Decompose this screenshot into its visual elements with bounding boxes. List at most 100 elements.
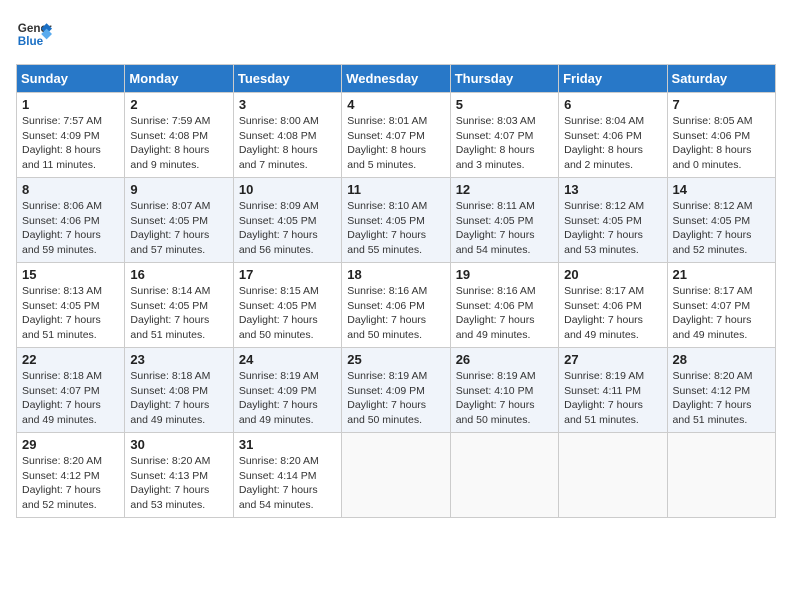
day-number: 1 bbox=[22, 97, 119, 112]
day-number: 19 bbox=[456, 267, 553, 282]
day-number: 16 bbox=[130, 267, 227, 282]
weekday-header-saturday: Saturday bbox=[667, 65, 775, 93]
day-number: 31 bbox=[239, 437, 336, 452]
calendar-cell: 29 Sunrise: 8:20 AMSunset: 4:12 PMDaylig… bbox=[17, 433, 125, 518]
day-number: 23 bbox=[130, 352, 227, 367]
svg-text:Blue: Blue bbox=[18, 35, 44, 48]
day-number: 21 bbox=[673, 267, 770, 282]
calendar-cell bbox=[667, 433, 775, 518]
calendar-cell: 8 Sunrise: 8:06 AMSunset: 4:06 PMDayligh… bbox=[17, 178, 125, 263]
calendar-table: SundayMondayTuesdayWednesdayThursdayFrid… bbox=[16, 64, 776, 518]
calendar-cell: 31 Sunrise: 8:20 AMSunset: 4:14 PMDaylig… bbox=[233, 433, 341, 518]
day-info: Sunrise: 8:03 AMSunset: 4:07 PMDaylight:… bbox=[456, 115, 536, 171]
day-info: Sunrise: 8:19 AMSunset: 4:09 PMDaylight:… bbox=[239, 370, 319, 426]
calendar-cell: 28 Sunrise: 8:20 AMSunset: 4:12 PMDaylig… bbox=[667, 348, 775, 433]
calendar-cell: 6 Sunrise: 8:04 AMSunset: 4:06 PMDayligh… bbox=[559, 93, 667, 178]
day-info: Sunrise: 7:57 AMSunset: 4:09 PMDaylight:… bbox=[22, 115, 102, 171]
calendar-cell: 22 Sunrise: 8:18 AMSunset: 4:07 PMDaylig… bbox=[17, 348, 125, 433]
day-number: 12 bbox=[456, 182, 553, 197]
calendar-cell: 3 Sunrise: 8:00 AMSunset: 4:08 PMDayligh… bbox=[233, 93, 341, 178]
day-number: 11 bbox=[347, 182, 444, 197]
weekday-header-sunday: Sunday bbox=[17, 65, 125, 93]
day-info: Sunrise: 8:20 AMSunset: 4:14 PMDaylight:… bbox=[239, 455, 319, 511]
calendar-cell bbox=[342, 433, 450, 518]
calendar-cell: 10 Sunrise: 8:09 AMSunset: 4:05 PMDaylig… bbox=[233, 178, 341, 263]
calendar-cell: 9 Sunrise: 8:07 AMSunset: 4:05 PMDayligh… bbox=[125, 178, 233, 263]
day-number: 29 bbox=[22, 437, 119, 452]
day-number: 30 bbox=[130, 437, 227, 452]
day-number: 3 bbox=[239, 97, 336, 112]
day-info: Sunrise: 8:07 AMSunset: 4:05 PMDaylight:… bbox=[130, 200, 210, 256]
day-info: Sunrise: 8:16 AMSunset: 4:06 PMDaylight:… bbox=[456, 285, 536, 341]
day-info: Sunrise: 8:12 AMSunset: 4:05 PMDaylight:… bbox=[673, 200, 753, 256]
calendar-week-3: 15 Sunrise: 8:13 AMSunset: 4:05 PMDaylig… bbox=[17, 263, 776, 348]
day-number: 2 bbox=[130, 97, 227, 112]
calendar-cell: 13 Sunrise: 8:12 AMSunset: 4:05 PMDaylig… bbox=[559, 178, 667, 263]
day-number: 24 bbox=[239, 352, 336, 367]
day-number: 14 bbox=[673, 182, 770, 197]
calendar-cell: 15 Sunrise: 8:13 AMSunset: 4:05 PMDaylig… bbox=[17, 263, 125, 348]
calendar-cell: 25 Sunrise: 8:19 AMSunset: 4:09 PMDaylig… bbox=[342, 348, 450, 433]
day-number: 13 bbox=[564, 182, 661, 197]
logo: General Blue bbox=[16, 16, 52, 52]
calendar-cell: 16 Sunrise: 8:14 AMSunset: 4:05 PMDaylig… bbox=[125, 263, 233, 348]
calendar-cell bbox=[450, 433, 558, 518]
day-info: Sunrise: 8:19 AMSunset: 4:10 PMDaylight:… bbox=[456, 370, 536, 426]
day-number: 27 bbox=[564, 352, 661, 367]
day-info: Sunrise: 8:13 AMSunset: 4:05 PMDaylight:… bbox=[22, 285, 102, 341]
weekday-header-friday: Friday bbox=[559, 65, 667, 93]
day-number: 9 bbox=[130, 182, 227, 197]
day-info: Sunrise: 8:10 AMSunset: 4:05 PMDaylight:… bbox=[347, 200, 427, 256]
day-info: Sunrise: 8:14 AMSunset: 4:05 PMDaylight:… bbox=[130, 285, 210, 341]
day-number: 20 bbox=[564, 267, 661, 282]
day-info: Sunrise: 8:20 AMSunset: 4:12 PMDaylight:… bbox=[22, 455, 102, 511]
day-info: Sunrise: 8:06 AMSunset: 4:06 PMDaylight:… bbox=[22, 200, 102, 256]
day-number: 6 bbox=[564, 97, 661, 112]
day-number: 25 bbox=[347, 352, 444, 367]
day-number: 17 bbox=[239, 267, 336, 282]
day-info: Sunrise: 8:20 AMSunset: 4:13 PMDaylight:… bbox=[130, 455, 210, 511]
calendar-cell: 19 Sunrise: 8:16 AMSunset: 4:06 PMDaylig… bbox=[450, 263, 558, 348]
calendar-cell: 17 Sunrise: 8:15 AMSunset: 4:05 PMDaylig… bbox=[233, 263, 341, 348]
day-info: Sunrise: 8:12 AMSunset: 4:05 PMDaylight:… bbox=[564, 200, 644, 256]
calendar-week-1: 1 Sunrise: 7:57 AMSunset: 4:09 PMDayligh… bbox=[17, 93, 776, 178]
calendar-cell: 30 Sunrise: 8:20 AMSunset: 4:13 PMDaylig… bbox=[125, 433, 233, 518]
day-info: Sunrise: 8:17 AMSunset: 4:06 PMDaylight:… bbox=[564, 285, 644, 341]
page-header: General Blue bbox=[16, 16, 776, 52]
day-info: Sunrise: 8:16 AMSunset: 4:06 PMDaylight:… bbox=[347, 285, 427, 341]
day-info: Sunrise: 8:11 AMSunset: 4:05 PMDaylight:… bbox=[456, 200, 535, 256]
calendar-cell: 18 Sunrise: 8:16 AMSunset: 4:06 PMDaylig… bbox=[342, 263, 450, 348]
weekday-header-row: SundayMondayTuesdayWednesdayThursdayFrid… bbox=[17, 65, 776, 93]
day-number: 8 bbox=[22, 182, 119, 197]
day-info: Sunrise: 8:20 AMSunset: 4:12 PMDaylight:… bbox=[673, 370, 753, 426]
weekday-header-wednesday: Wednesday bbox=[342, 65, 450, 93]
day-number: 7 bbox=[673, 97, 770, 112]
day-info: Sunrise: 8:00 AMSunset: 4:08 PMDaylight:… bbox=[239, 115, 319, 171]
calendar-cell: 14 Sunrise: 8:12 AMSunset: 4:05 PMDaylig… bbox=[667, 178, 775, 263]
calendar-cell bbox=[559, 433, 667, 518]
calendar-week-2: 8 Sunrise: 8:06 AMSunset: 4:06 PMDayligh… bbox=[17, 178, 776, 263]
day-number: 22 bbox=[22, 352, 119, 367]
weekday-header-thursday: Thursday bbox=[450, 65, 558, 93]
calendar-cell: 24 Sunrise: 8:19 AMSunset: 4:09 PMDaylig… bbox=[233, 348, 341, 433]
calendar-cell: 23 Sunrise: 8:18 AMSunset: 4:08 PMDaylig… bbox=[125, 348, 233, 433]
day-info: Sunrise: 8:19 AMSunset: 4:09 PMDaylight:… bbox=[347, 370, 427, 426]
calendar-week-4: 22 Sunrise: 8:18 AMSunset: 4:07 PMDaylig… bbox=[17, 348, 776, 433]
weekday-header-tuesday: Tuesday bbox=[233, 65, 341, 93]
calendar-cell: 1 Sunrise: 7:57 AMSunset: 4:09 PMDayligh… bbox=[17, 93, 125, 178]
day-info: Sunrise: 8:15 AMSunset: 4:05 PMDaylight:… bbox=[239, 285, 319, 341]
day-number: 5 bbox=[456, 97, 553, 112]
day-info: Sunrise: 8:19 AMSunset: 4:11 PMDaylight:… bbox=[564, 370, 644, 426]
calendar-cell: 12 Sunrise: 8:11 AMSunset: 4:05 PMDaylig… bbox=[450, 178, 558, 263]
day-info: Sunrise: 8:09 AMSunset: 4:05 PMDaylight:… bbox=[239, 200, 319, 256]
day-number: 15 bbox=[22, 267, 119, 282]
day-info: Sunrise: 8:17 AMSunset: 4:07 PMDaylight:… bbox=[673, 285, 753, 341]
weekday-header-monday: Monday bbox=[125, 65, 233, 93]
day-info: Sunrise: 8:18 AMSunset: 4:07 PMDaylight:… bbox=[22, 370, 102, 426]
logo-icon: General Blue bbox=[16, 16, 52, 52]
day-info: Sunrise: 8:05 AMSunset: 4:06 PMDaylight:… bbox=[673, 115, 753, 171]
day-info: Sunrise: 8:01 AMSunset: 4:07 PMDaylight:… bbox=[347, 115, 427, 171]
day-info: Sunrise: 7:59 AMSunset: 4:08 PMDaylight:… bbox=[130, 115, 210, 171]
day-number: 18 bbox=[347, 267, 444, 282]
calendar-cell: 26 Sunrise: 8:19 AMSunset: 4:10 PMDaylig… bbox=[450, 348, 558, 433]
